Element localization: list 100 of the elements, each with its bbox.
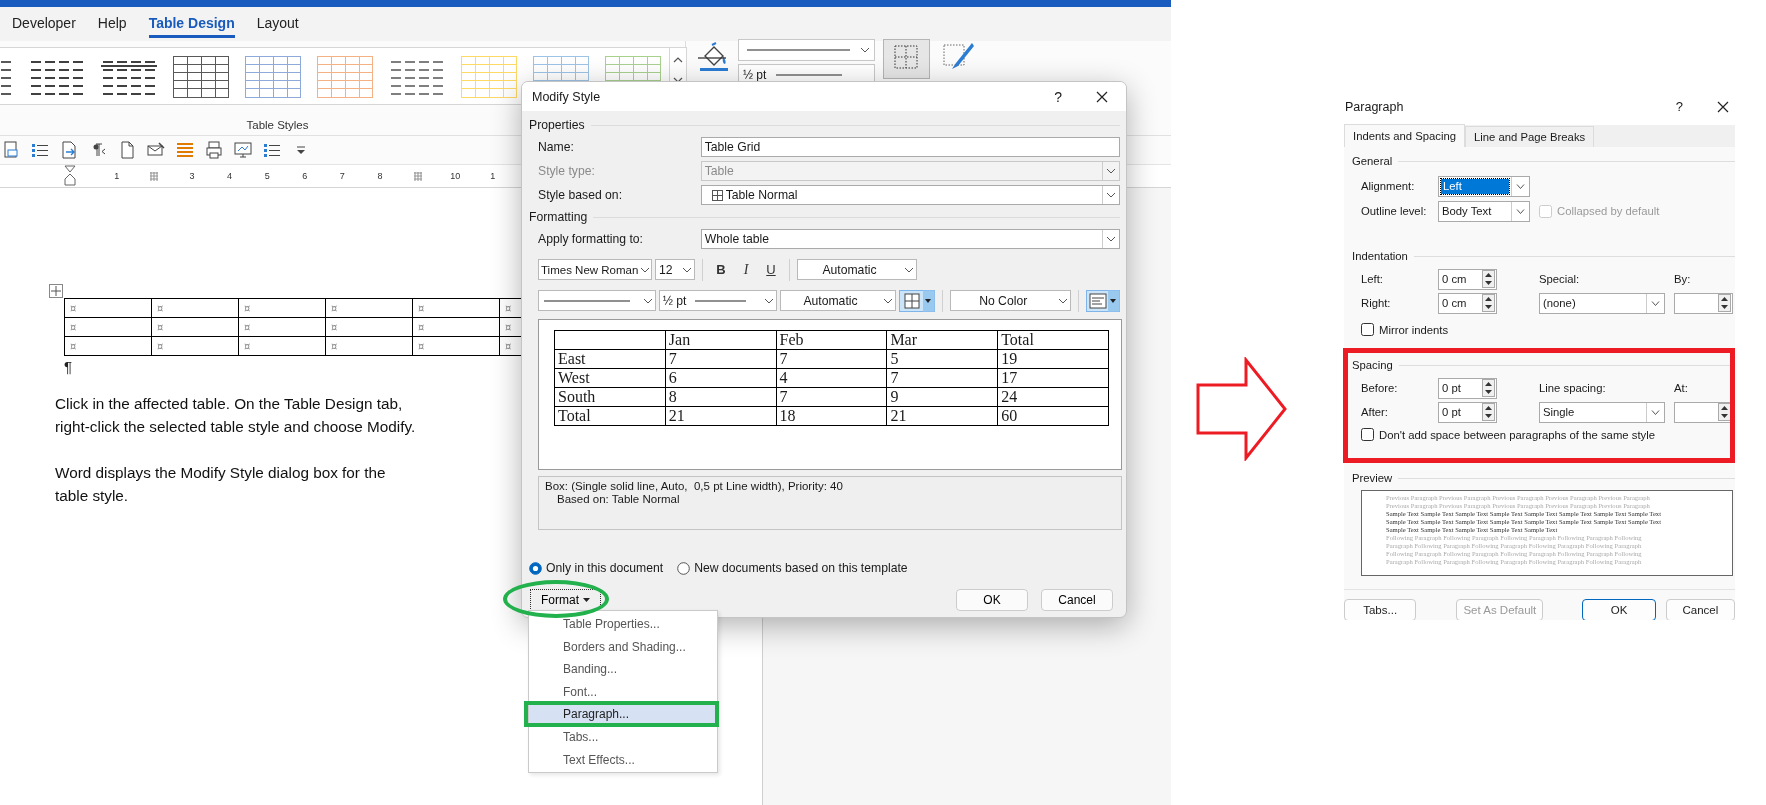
table-cell: Mar bbox=[886, 330, 998, 350]
ribbon-tab[interactable]: Developer bbox=[12, 10, 76, 38]
table-cell: 24 bbox=[997, 387, 1109, 407]
spin-arrows-icon[interactable] bbox=[1718, 403, 1731, 421]
table-cell[interactable]: ¤ bbox=[238, 336, 326, 356]
ribbon-tab[interactable]: Help bbox=[97, 10, 127, 38]
table-cell[interactable]: ¤ bbox=[412, 336, 500, 356]
checkbox[interactable] bbox=[1361, 428, 1374, 441]
spacing-after-spinner[interactable]: 0 pt bbox=[1438, 401, 1497, 423]
table-cell[interactable]: ¤ bbox=[64, 317, 152, 337]
table-cell: 7 bbox=[776, 387, 887, 407]
close-icon[interactable] bbox=[1096, 90, 1108, 103]
table-cell[interactable]: ¤ bbox=[238, 298, 326, 318]
borders-button[interactable] bbox=[899, 289, 936, 312]
lines-icon[interactable] bbox=[176, 141, 194, 159]
dialog-button[interactable]: Tabs... bbox=[1344, 599, 1417, 620]
name-field[interactable]: Table Grid bbox=[700, 137, 1120, 157]
style-dropdown[interactable]: Table Normal bbox=[700, 185, 1120, 205]
menu-item[interactable]: Tabs... bbox=[529, 725, 717, 749]
spin-arrows-icon[interactable] bbox=[1482, 403, 1495, 421]
menu-item[interactable]: Text Effects... bbox=[529, 748, 717, 772]
dialog-tab[interactable]: Indents and Spacing bbox=[1344, 124, 1465, 147]
table-cell[interactable]: ¤ bbox=[325, 298, 413, 318]
menu-item[interactable]: Table Properties... bbox=[529, 613, 717, 636]
font-dropdown[interactable]: Times New Roman bbox=[538, 259, 652, 280]
mail-document-icon[interactable] bbox=[2, 141, 20, 159]
bold-button[interactable]: B bbox=[710, 258, 732, 281]
table-style-thumbnail[interactable] bbox=[173, 56, 229, 98]
spacing-before-spinner[interactable]: 0 pt bbox=[1438, 377, 1497, 399]
table-cell[interactable]: ¤ bbox=[238, 317, 326, 337]
caret-icon bbox=[583, 598, 590, 602]
ok-button[interactable]: OK bbox=[1582, 599, 1656, 620]
envelope-icon[interactable] bbox=[147, 141, 165, 159]
bullet-list-icon[interactable] bbox=[31, 141, 49, 159]
left-indent-spinner[interactable]: 0 cm bbox=[1438, 268, 1497, 290]
shading-dropdown[interactable]: No Color bbox=[950, 290, 1072, 311]
right-indent-spinner[interactable]: 0 cm bbox=[1438, 292, 1497, 314]
menu-item[interactable]: Font... bbox=[529, 680, 717, 704]
monitor-icon[interactable] bbox=[234, 141, 252, 159]
pen-style-dropdown[interactable] bbox=[738, 39, 875, 61]
chevron-icon bbox=[883, 297, 894, 304]
radio-icon[interactable] bbox=[529, 561, 542, 575]
alignment-button[interactable] bbox=[1086, 289, 1120, 312]
bullet-list-icon[interactable] bbox=[263, 141, 281, 159]
spin-arrows-icon[interactable] bbox=[1718, 294, 1731, 312]
checkbox-label: Don't add space between paragraphs of the same style bbox=[1379, 428, 1655, 441]
apply-to-dropdown[interactable]: Whole table bbox=[700, 229, 1120, 249]
at-spinner[interactable] bbox=[1674, 401, 1733, 423]
radio-option[interactable]: Only in this document bbox=[529, 561, 664, 575]
borders-icon[interactable] bbox=[883, 39, 930, 79]
table-style-thumbnail[interactable] bbox=[245, 56, 301, 98]
italic-button[interactable]: I bbox=[735, 258, 757, 281]
help-button[interactable]: ? bbox=[1675, 99, 1683, 114]
checkbox[interactable] bbox=[1361, 323, 1374, 336]
table-cell[interactable]: ¤ bbox=[151, 298, 239, 318]
dialog-button[interactable]: Cancel bbox=[1665, 599, 1735, 620]
font-color-dropdown[interactable]: Automatic bbox=[797, 259, 917, 280]
printer-icon[interactable] bbox=[205, 141, 223, 159]
spin-arrows-icon[interactable] bbox=[1482, 270, 1495, 288]
move-handle-icon[interactable] bbox=[49, 284, 63, 298]
table-cell[interactable]: ¤ bbox=[412, 317, 500, 337]
table-cell[interactable]: ¤ bbox=[64, 298, 152, 318]
table-cell[interactable]: ¤ bbox=[412, 298, 500, 318]
ribbon-tab[interactable]: Table Design bbox=[148, 10, 235, 38]
table-cell[interactable]: ¤ bbox=[325, 317, 413, 337]
dialog-tab[interactable]: Line and Page Breaks bbox=[1465, 126, 1595, 147]
table-cell[interactable]: ¤ bbox=[325, 336, 413, 356]
table-cell[interactable]: ¤ bbox=[64, 336, 152, 356]
underline-button[interactable]: U bbox=[760, 258, 782, 281]
font-size-dropdown[interactable]: 12 bbox=[655, 259, 695, 280]
ribbon-tab[interactable]: Layout bbox=[256, 10, 299, 38]
border-color-dropdown[interactable]: Automatic bbox=[779, 290, 897, 311]
document-arrow-icon[interactable] bbox=[60, 141, 78, 159]
cancel-button[interactable]: Cancel bbox=[1041, 589, 1113, 611]
close-icon[interactable] bbox=[1717, 100, 1729, 113]
page-icon[interactable] bbox=[118, 141, 136, 159]
line-style-dropdown[interactable] bbox=[538, 290, 656, 311]
line-style-icon[interactable] bbox=[698, 55, 726, 61]
format-menu-button[interactable]: Format bbox=[530, 589, 601, 611]
alignment-dropdown[interactable]: Left bbox=[1438, 175, 1530, 197]
special-dropdown[interactable]: (none) bbox=[1539, 292, 1665, 314]
table-cell[interactable]: ¤ bbox=[151, 336, 239, 356]
menu-item[interactable]: Borders and Shading... bbox=[529, 635, 717, 659]
by-spinner[interactable] bbox=[1674, 292, 1733, 314]
table-cell: Jan bbox=[665, 330, 777, 350]
spin-arrows-icon[interactable] bbox=[1482, 379, 1495, 397]
radio-icon[interactable] bbox=[677, 561, 691, 575]
paint-bucket-icon[interactable] bbox=[697, 42, 731, 72]
outline-level-dropdown[interactable]: Body Text bbox=[1438, 200, 1530, 222]
table-cell[interactable]: ¤ bbox=[151, 317, 239, 337]
line-spacing-dropdown[interactable]: Single bbox=[1539, 401, 1665, 423]
indent-marker-icon[interactable] bbox=[64, 165, 76, 187]
radio-option[interactable]: New documents based on this template bbox=[677, 561, 908, 575]
ok-button[interactable]: OK bbox=[956, 589, 1028, 611]
table-style-thumbnail[interactable] bbox=[317, 56, 373, 98]
spin-arrows-icon[interactable] bbox=[1482, 294, 1495, 312]
menu-item[interactable]: Banding... bbox=[529, 658, 717, 681]
ruler-number: 10 bbox=[450, 171, 461, 181]
help-button[interactable]: ? bbox=[1054, 88, 1062, 105]
line-weight-dropdown[interactable]: ½ pt bbox=[658, 290, 777, 311]
